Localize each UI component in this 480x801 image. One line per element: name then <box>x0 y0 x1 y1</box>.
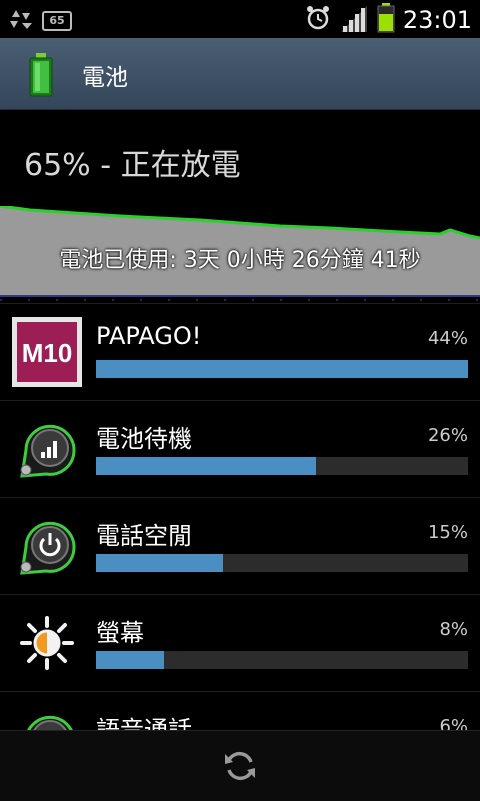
signal-strength-icon <box>339 4 369 36</box>
usage-bar <box>96 554 468 572</box>
usage-item-name: PAPAGO! <box>96 322 202 350</box>
usage-item-papago[interactable]: M10 PAPAGO! 44% <box>0 303 480 400</box>
screen-brightness-icon <box>12 608 82 678</box>
battery-summary[interactable]: 65% - 正在放電 <box>0 110 480 206</box>
usage-bar-fill <box>96 651 164 669</box>
usage-bar <box>96 457 468 475</box>
m10-app-icon: M10 <box>12 317 82 387</box>
usb-recycle-icon <box>6 7 36 35</box>
usage-item-name: 電池待機 <box>96 425 192 453</box>
bottom-action-bar <box>0 730 480 801</box>
power-idle-icon <box>12 511 82 581</box>
battery-status-text: 65% - 正在放電 <box>24 148 241 183</box>
usage-bar-fill <box>96 360 468 378</box>
usage-bar <box>96 651 468 669</box>
status-bar: 65 23:01 <box>0 0 480 38</box>
usage-item-screen[interactable]: 螢幕 8% <box>0 594 480 691</box>
usage-bar <box>96 360 468 378</box>
battery-history-graph[interactable]: 電池已使用: 3天 0小時 26分鐘 41秒 <box>0 206 480 302</box>
alarm-clock-icon <box>305 4 331 36</box>
battery-level-badge: 65 <box>42 11 72 31</box>
usage-item-phone-idle[interactable]: 電話空閒 15% <box>0 497 480 594</box>
usage-list: M10 PAPAGO! 44% 電池待機 26% 電話空閒 15% 螢幕 8% … <box>0 303 480 788</box>
usage-bar-fill <box>96 554 223 572</box>
clock-time: 23:01 <box>402 6 472 34</box>
page-title: 電池 <box>82 65 128 91</box>
refresh-icon[interactable] <box>222 748 258 784</box>
usage-item-percent: 8% <box>439 619 468 640</box>
title-bar: 電池 <box>0 38 480 110</box>
usage-item-percent: 44% <box>427 328 468 349</box>
usage-item-percent: 15% <box>427 522 468 543</box>
battery-usage-duration: 電池已使用: 3天 0小時 26分鐘 41秒 <box>59 248 421 273</box>
svg-text:M10: M10 <box>22 338 73 368</box>
usage-item-percent: 26% <box>427 425 468 446</box>
usage-item-name: 電話空閒 <box>96 522 192 550</box>
usage-item-standby[interactable]: 電池待機 26% <box>0 400 480 497</box>
signal-standby-icon <box>12 414 82 484</box>
battery-app-icon <box>26 53 56 101</box>
battery-icon <box>377 3 395 37</box>
usage-bar-fill <box>96 457 316 475</box>
usage-item-name: 螢幕 <box>96 619 144 647</box>
